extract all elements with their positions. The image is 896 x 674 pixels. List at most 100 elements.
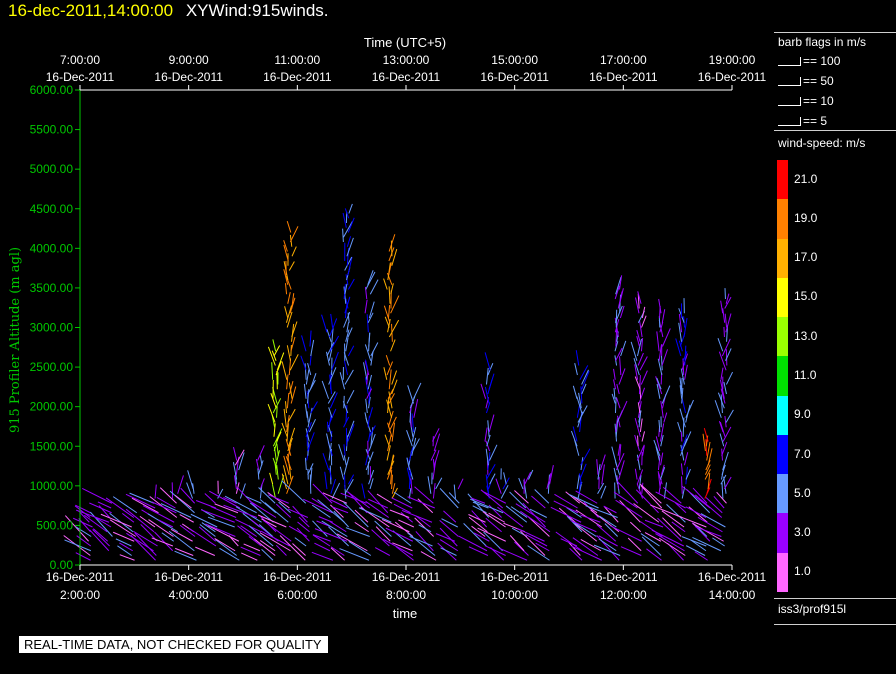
wind-profile-column (585, 275, 628, 561)
wind-barb (480, 383, 487, 399)
barb-flag-label: == 5 (803, 114, 828, 128)
top-tick-date-label: 16-Dec-2011 (698, 70, 767, 84)
wind-barb (286, 311, 293, 328)
y-tick-label: 4500.00 (30, 202, 74, 216)
wind-barb (685, 399, 694, 418)
wind-barb (468, 546, 489, 556)
wind-barb (639, 321, 643, 338)
wind-barb (330, 313, 334, 328)
wind-barb (284, 283, 288, 295)
colorbar-label: 13.0 (794, 328, 818, 343)
wind-barb (277, 474, 285, 494)
top-tick-date-label: 16-Dec-2011 (480, 70, 549, 84)
x-tick-time-label: 8:00:00 (386, 588, 426, 602)
wind-barb (276, 464, 279, 480)
wind-profile-column (692, 288, 734, 552)
wind-barb (310, 339, 315, 357)
wind-barb (381, 518, 410, 533)
wind-barb (286, 220, 292, 233)
wind-barb (385, 355, 391, 366)
wind-barb (347, 345, 355, 357)
wind-barb (518, 477, 524, 490)
wind-barb (307, 463, 314, 475)
wind-barb (486, 367, 489, 385)
wind-barb (576, 474, 580, 490)
wind-barb (685, 506, 707, 518)
wind-barb (287, 508, 309, 518)
wind-profile-column (458, 352, 498, 556)
x-tick-date-label: 16-Dec-2011 (698, 570, 767, 584)
wind-barb (383, 367, 388, 380)
wind-barb (339, 372, 346, 390)
wind-barb (619, 500, 641, 523)
barb-symbol-icon (778, 77, 801, 87)
x-tick-time-label: 14:00:00 (709, 588, 756, 602)
wind-barb (574, 363, 578, 376)
wind-barb (303, 498, 333, 514)
wind-barb (276, 431, 282, 442)
wind-barb (346, 237, 354, 257)
wind-barbs-layer (63, 203, 734, 561)
wind-barb (661, 385, 671, 404)
wind-barb (310, 401, 318, 414)
wind-barb (560, 538, 578, 547)
wind-barb (683, 452, 689, 466)
wind-barb (387, 397, 390, 414)
wind-barb (637, 352, 644, 366)
wind-barb (500, 485, 509, 499)
wind-barb (336, 533, 368, 552)
wind-barb (578, 482, 581, 494)
colorbar-segment (777, 317, 788, 357)
x-tick-time-label: 10:00:00 (491, 588, 538, 602)
wind-barb (126, 532, 154, 552)
wind-barb (514, 541, 529, 556)
wind-barb (391, 497, 413, 509)
wind-barb (233, 446, 238, 461)
x-tick-time-label: 6:00:00 (277, 588, 317, 602)
wind-barb (89, 502, 112, 514)
colorbar-label: 17.0 (794, 250, 818, 265)
wind-barb (723, 326, 725, 338)
wind-barb (338, 444, 345, 461)
x-tick-date-label: 16-Dec-2011 (589, 570, 658, 584)
wind-barb (439, 527, 458, 547)
wind-barb (614, 397, 617, 414)
wind-barb (662, 328, 671, 347)
wind-barb (291, 321, 298, 338)
wind-barb (275, 361, 282, 376)
wind-barb (495, 478, 502, 494)
wind-barb (344, 478, 354, 494)
wind-barb (236, 486, 258, 509)
wind-profile-column (470, 468, 510, 561)
wind-barb (284, 401, 288, 414)
wind-barb (692, 487, 708, 504)
wind-barb (339, 466, 345, 480)
wind-barb (720, 300, 724, 314)
wind-barb (688, 506, 708, 523)
top-tick-date-label: 16-Dec-2011 (263, 70, 332, 84)
wind-barb (374, 547, 391, 556)
top-tick-date-label: 16-Dec-2011 (154, 70, 223, 84)
wind-barb (255, 458, 260, 471)
wind-barb (291, 246, 297, 257)
colorbar-segment (777, 238, 788, 279)
wind-barb (596, 459, 599, 475)
wind-barb (516, 527, 545, 542)
wind-barb (435, 477, 443, 490)
wind-barb (415, 531, 434, 552)
wind-barb (364, 299, 368, 314)
wind-barb (677, 421, 682, 433)
wind-barb (702, 433, 706, 452)
wind-barb (345, 527, 370, 537)
top-tick-time-label: 17:00:00 (600, 53, 647, 67)
wind-profile-column (497, 469, 534, 561)
wind-barb (613, 388, 616, 399)
wind-barb (448, 492, 460, 504)
legend-divider (774, 624, 896, 625)
speed-legend-title: wind-speed: m/s (778, 136, 866, 150)
wind-barb (484, 352, 491, 371)
wind-barb (613, 379, 617, 390)
wind-barb (630, 341, 638, 361)
top-tick-date-label: 16-Dec-2011 (372, 70, 441, 84)
colorbar-label: 7.0 (794, 446, 811, 461)
